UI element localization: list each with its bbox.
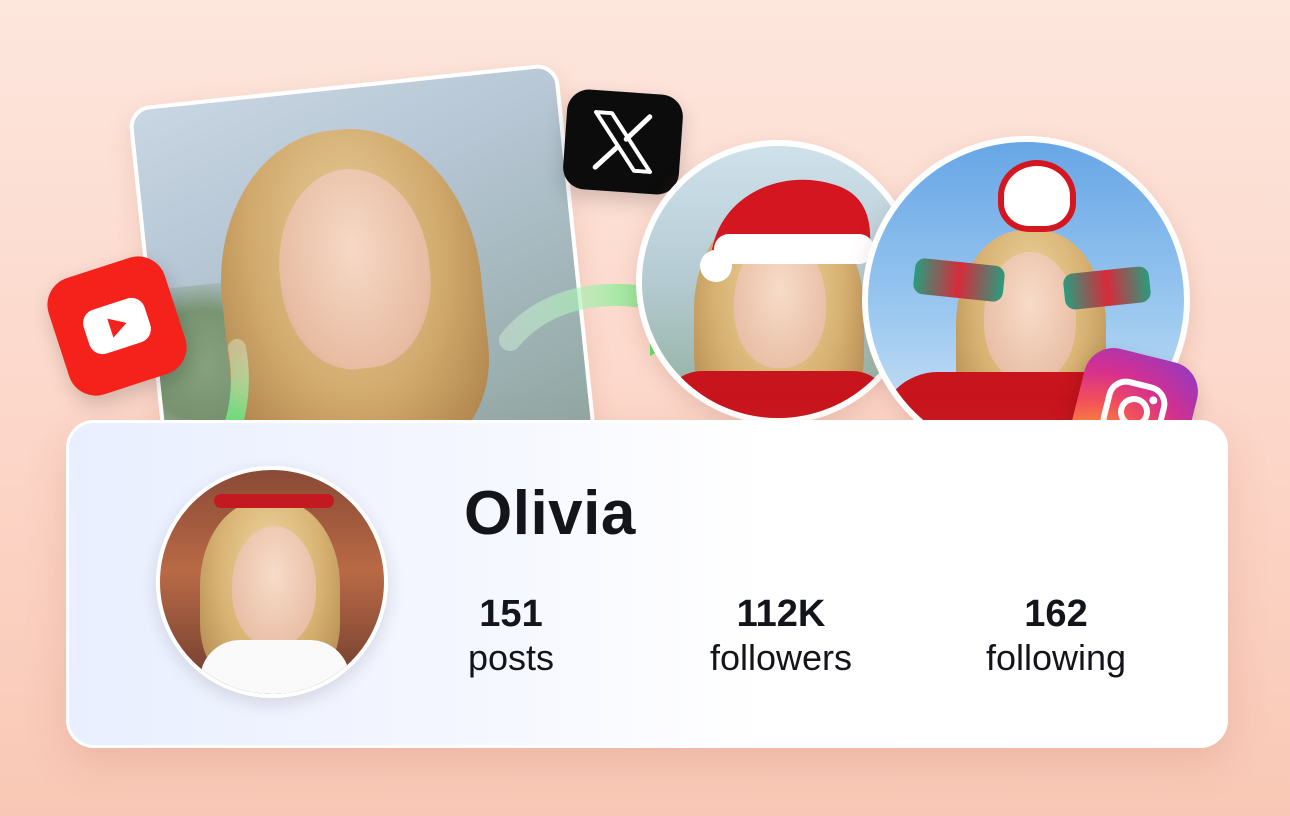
cracker-right [1062,265,1152,311]
santa-headband-icon [998,160,1076,232]
red-headband [214,494,334,508]
stat-posts[interactable]: 151 posts [440,592,582,680]
santa-hat-icon [700,179,874,282]
stat-followers[interactable]: 112K followers [690,592,872,680]
stat-value: 162 [1024,593,1088,635]
stat-label: following [985,637,1127,678]
white-shirt [200,640,350,694]
stat-label: followers [709,637,853,678]
x-glyph-icon [592,110,653,174]
stat-following[interactable]: 162 following [966,592,1146,680]
youtube-play-shape [79,294,155,358]
avatar[interactable] [156,466,388,698]
stat-label: posts [467,637,555,678]
profile-name: Olivia [464,479,636,548]
play-icon [107,318,127,338]
stat-value: 112K [736,593,826,635]
photo-face [232,526,316,646]
x-logo-icon [561,88,685,196]
red-outfit [662,371,892,418]
stat-value: 151 [479,593,543,635]
